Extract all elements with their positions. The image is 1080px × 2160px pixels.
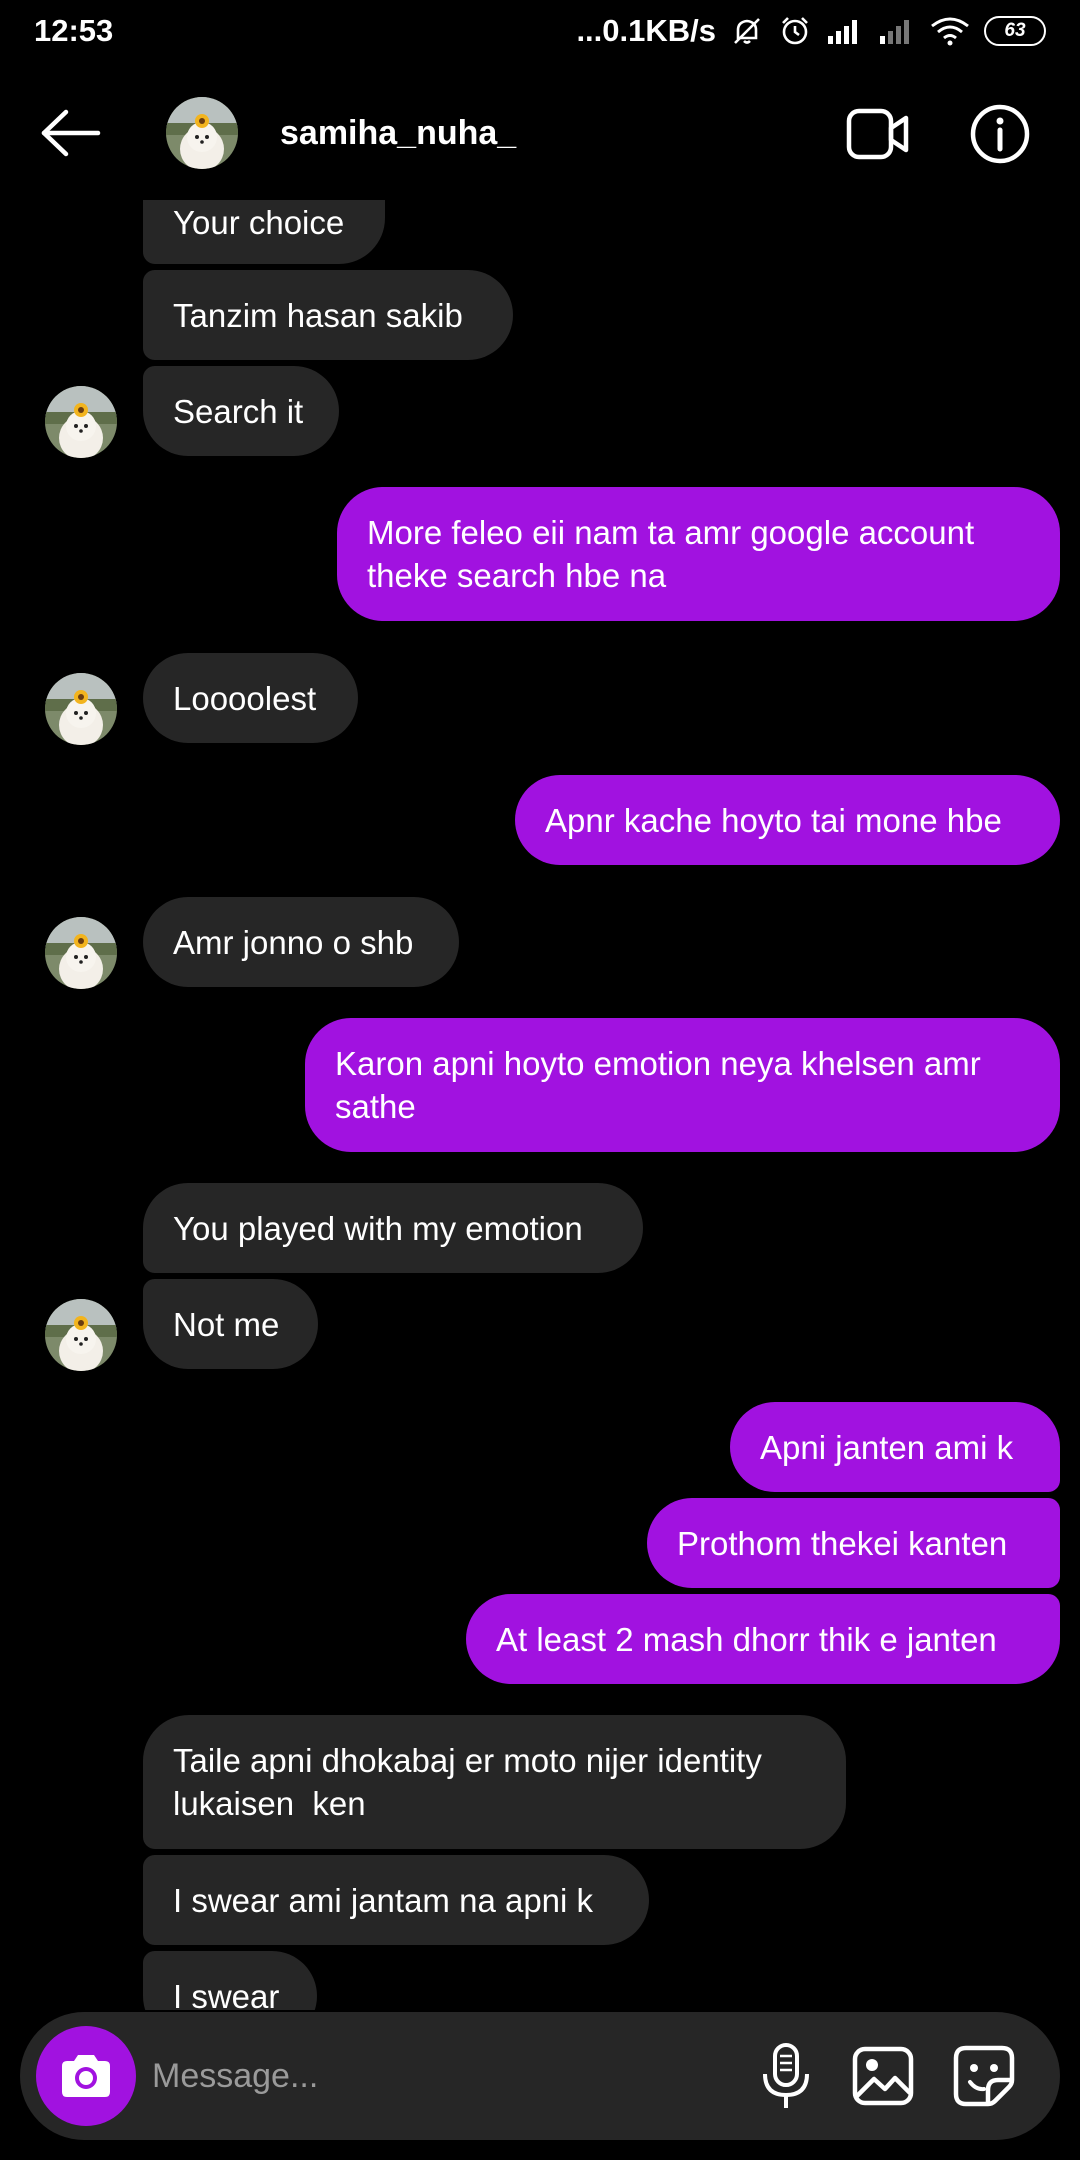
info-icon xyxy=(970,104,1030,164)
wifi-icon xyxy=(930,16,970,46)
message-bubble-sent[interactable]: Prothom thekei kanten xyxy=(647,1498,1060,1588)
signal-icon xyxy=(826,16,864,46)
image-icon xyxy=(852,2046,914,2106)
microphone-button[interactable] xyxy=(756,2042,816,2112)
message-bubble-received[interactable]: Amr jonno o shb xyxy=(143,897,459,987)
message-bubble-received[interactable]: Search it xyxy=(143,366,339,456)
status-bar: 12:53 ...0.1KB/s 63 xyxy=(0,0,1080,62)
message-bubble-received[interactable]: Not me xyxy=(143,1279,318,1369)
alarm-icon xyxy=(778,14,812,48)
info-button[interactable] xyxy=(969,103,1031,165)
message-bubble-sent[interactable]: More feleo eii nam ta amr google account… xyxy=(337,487,1060,621)
avatar[interactable] xyxy=(45,386,117,458)
network-speed: ...0.1KB/s xyxy=(576,13,716,48)
camera-button[interactable] xyxy=(36,2026,136,2126)
avatar[interactable] xyxy=(166,97,238,169)
back-button[interactable] xyxy=(40,108,102,158)
message-bubble-received[interactable]: Tanzim hasan sakib xyxy=(143,270,513,360)
message-composer xyxy=(20,2012,1060,2140)
message-bubble-received[interactable]: Your choice xyxy=(143,200,385,264)
battery-icon: 63 xyxy=(984,16,1046,46)
sticker-icon xyxy=(953,2045,1015,2107)
message-bubble-sent[interactable]: At least 2 mash dhorr thik e janten xyxy=(466,1594,1060,1684)
message-bubble-received[interactable]: Loooolest xyxy=(143,653,358,743)
message-input[interactable] xyxy=(150,2046,710,2106)
chat-username[interactable]: samiha_nuha_ xyxy=(280,114,516,153)
avatar[interactable] xyxy=(45,1299,117,1371)
video-call-button[interactable] xyxy=(846,106,910,162)
message-bubble-received[interactable]: I swear ami jantam na apni k xyxy=(143,1855,649,1945)
chat-header: samiha_nuha_ xyxy=(0,62,1080,212)
message-list[interactable]: Your choice Tanzim hasan sakib Search it… xyxy=(0,200,1080,2010)
microphone-icon xyxy=(763,2043,809,2108)
camera-icon xyxy=(62,2055,110,2097)
avatar[interactable] xyxy=(45,673,117,745)
gallery-button[interactable] xyxy=(852,2046,914,2106)
signal-weak-icon xyxy=(878,16,916,46)
sticker-button[interactable] xyxy=(952,2044,1016,2108)
message-bubble-sent[interactable]: Apnr kache hoyto tai mone hbe xyxy=(515,775,1060,865)
avatar[interactable] xyxy=(45,917,117,989)
status-time: 12:53 xyxy=(34,13,114,48)
arrow-left-icon xyxy=(41,109,101,157)
status-icons: ...0.1KB/s 63 xyxy=(576,13,1046,49)
message-bubble-sent[interactable]: Apni janten ami k xyxy=(730,1402,1060,1492)
message-bubble-received[interactable]: You played with my emotion xyxy=(143,1183,643,1273)
message-bubble-received[interactable]: Taile apni dhokabaj er moto nijer identi… xyxy=(143,1715,846,1849)
mute-icon xyxy=(730,14,764,48)
message-bubble-received[interactable]: I swear xyxy=(143,1951,317,2010)
message-bubble-sent[interactable]: Karon apni hoyto emotion neya khelsen am… xyxy=(305,1018,1060,1152)
video-camera-icon xyxy=(846,108,909,160)
